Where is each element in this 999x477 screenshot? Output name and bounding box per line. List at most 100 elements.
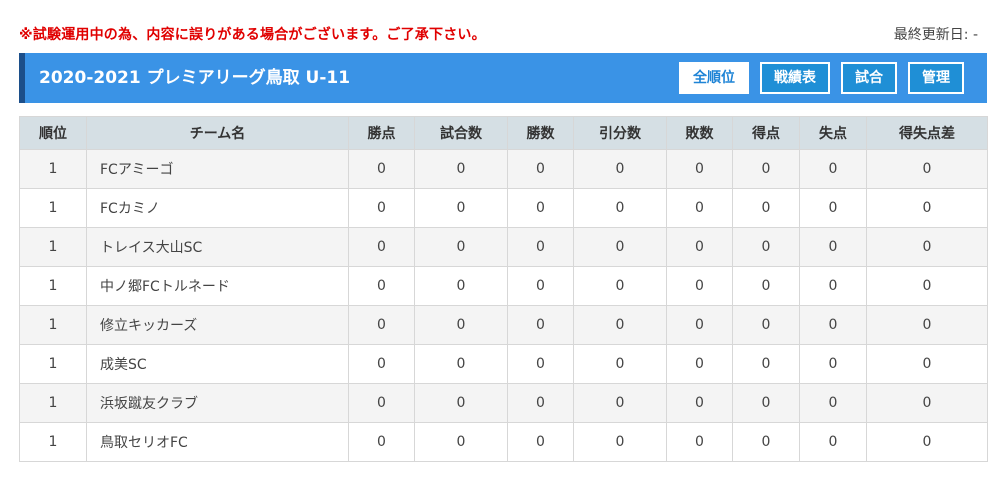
cell-team-name: 修立キッカーズ — [86, 305, 349, 345]
column-header-goal-difference[interactable]: 得失点差 — [866, 116, 988, 150]
cell-played: 0 — [414, 149, 508, 189]
cell-wins: 0 — [507, 344, 574, 384]
cell-goals-for: 0 — [732, 383, 800, 423]
column-header-wins[interactable]: 勝数 — [507, 116, 574, 150]
nav-admin-button[interactable]: 管理 — [908, 62, 964, 94]
column-header-losses[interactable]: 敗数 — [666, 116, 733, 150]
cell-draws: 0 — [573, 266, 667, 306]
cell-goals-against: 0 — [799, 383, 867, 423]
league-header: 2020-2021 プレミアリーグ鳥取 U-11 全順位 戦績表 試合 管理 — [19, 53, 987, 103]
cell-losses: 0 — [666, 305, 733, 345]
cell-goal-difference: 0 — [866, 344, 988, 384]
cell-team-name: 成美SC — [86, 344, 349, 384]
cell-losses: 0 — [666, 188, 733, 228]
cell-goals-for: 0 — [732, 149, 800, 189]
cell-goals-against: 0 — [799, 227, 867, 267]
cell-points: 0 — [348, 266, 415, 306]
table-row: 1 中ノ郷FCトルネード 0 0 0 0 0 0 0 0 — [19, 266, 988, 306]
cell-team-name: FCカミノ — [86, 188, 349, 228]
table-header-row: 順位 チーム名 勝点 試合数 勝数 引分数 敗数 得点 失点 得失点差 — [19, 116, 988, 150]
cell-goal-difference: 0 — [866, 305, 988, 345]
column-header-team[interactable]: チーム名 — [86, 116, 349, 150]
cell-goals-for: 0 — [732, 266, 800, 306]
cell-team-name: 鳥取セリオFC — [86, 422, 349, 462]
cell-goals-for: 0 — [732, 188, 800, 228]
cell-losses: 0 — [666, 149, 733, 189]
cell-draws: 0 — [573, 422, 667, 462]
cell-rank: 1 — [19, 344, 87, 384]
cell-rank: 1 — [19, 422, 87, 462]
cell-team-name: トレイス大山SC — [86, 227, 349, 267]
cell-team-name: FCアミーゴ — [86, 149, 349, 189]
column-header-goals-for[interactable]: 得点 — [732, 116, 800, 150]
cell-losses: 0 — [666, 422, 733, 462]
nav-buttons: 全順位 戦績表 試合 管理 — [679, 62, 964, 94]
table-row: 1 修立キッカーズ 0 0 0 0 0 0 0 0 — [19, 305, 988, 345]
cell-played: 0 — [414, 188, 508, 228]
cell-goals-against: 0 — [799, 344, 867, 384]
table-row: 1 トレイス大山SC 0 0 0 0 0 0 0 0 — [19, 227, 988, 267]
cell-points: 0 — [348, 422, 415, 462]
cell-wins: 0 — [507, 188, 574, 228]
cell-goals-for: 0 — [732, 305, 800, 345]
cell-points: 0 — [348, 305, 415, 345]
column-header-draws[interactable]: 引分数 — [573, 116, 667, 150]
column-header-points[interactable]: 勝点 — [348, 116, 415, 150]
cell-draws: 0 — [573, 383, 667, 423]
cell-draws: 0 — [573, 188, 667, 228]
standings-table: 順位 チーム名 勝点 試合数 勝数 引分数 敗数 得点 失点 得失点差 1 FC… — [19, 116, 988, 462]
cell-goals-for: 0 — [732, 344, 800, 384]
cell-wins: 0 — [507, 383, 574, 423]
cell-draws: 0 — [573, 305, 667, 345]
cell-team-name: 浜坂蹴友クラブ — [86, 383, 349, 423]
cell-draws: 0 — [573, 227, 667, 267]
cell-points: 0 — [348, 188, 415, 228]
nav-matches-button[interactable]: 試合 — [841, 62, 897, 94]
cell-draws: 0 — [573, 149, 667, 189]
cell-wins: 0 — [507, 227, 574, 267]
table-row: 1 鳥取セリオFC 0 0 0 0 0 0 0 0 — [19, 422, 988, 462]
cell-goal-difference: 0 — [866, 149, 988, 189]
cell-played: 0 — [414, 227, 508, 267]
cell-losses: 0 — [666, 383, 733, 423]
cell-goals-against: 0 — [799, 149, 867, 189]
last-updated: 最終更新日: - — [893, 27, 978, 43]
cell-goals-against: 0 — [799, 266, 867, 306]
nav-results-table-button[interactable]: 戦績表 — [760, 62, 830, 94]
cell-points: 0 — [348, 344, 415, 384]
cell-rank: 1 — [19, 266, 87, 306]
cell-losses: 0 — [666, 344, 733, 384]
cell-goal-difference: 0 — [866, 266, 988, 306]
cell-rank: 1 — [19, 149, 87, 189]
cell-played: 0 — [414, 422, 508, 462]
column-header-rank[interactable]: 順位 — [19, 116, 87, 150]
notice-text: ※試験運用中の為、内容に誤りがある場合がございます。ご了承下さい。 — [19, 27, 486, 43]
table-row: 1 成美SC 0 0 0 0 0 0 0 0 — [19, 344, 988, 384]
cell-goals-for: 0 — [732, 227, 800, 267]
cell-rank: 1 — [19, 227, 87, 267]
cell-goal-difference: 0 — [866, 422, 988, 462]
cell-goal-difference: 0 — [866, 227, 988, 267]
cell-played: 0 — [414, 383, 508, 423]
cell-played: 0 — [414, 344, 508, 384]
table-row: 1 浜坂蹴友クラブ 0 0 0 0 0 0 0 0 — [19, 383, 988, 423]
column-header-goals-against[interactable]: 失点 — [799, 116, 867, 150]
cell-draws: 0 — [573, 344, 667, 384]
cell-goals-against: 0 — [799, 188, 867, 228]
cell-goals-against: 0 — [799, 305, 867, 345]
cell-points: 0 — [348, 227, 415, 267]
table-row: 1 FCカミノ 0 0 0 0 0 0 0 0 — [19, 188, 988, 228]
table-row: 1 FCアミーゴ 0 0 0 0 0 0 0 0 — [19, 149, 988, 189]
page-title: 2020-2021 プレミアリーグ鳥取 U-11 — [39, 68, 351, 88]
cell-goals-against: 0 — [799, 422, 867, 462]
cell-rank: 1 — [19, 188, 87, 228]
cell-goals-for: 0 — [732, 422, 800, 462]
cell-wins: 0 — [507, 266, 574, 306]
cell-rank: 1 — [19, 305, 87, 345]
cell-losses: 0 — [666, 227, 733, 267]
nav-all-rankings-button[interactable]: 全順位 — [679, 62, 749, 94]
cell-points: 0 — [348, 149, 415, 189]
column-header-played[interactable]: 試合数 — [414, 116, 508, 150]
cell-wins: 0 — [507, 305, 574, 345]
cell-points: 0 — [348, 383, 415, 423]
